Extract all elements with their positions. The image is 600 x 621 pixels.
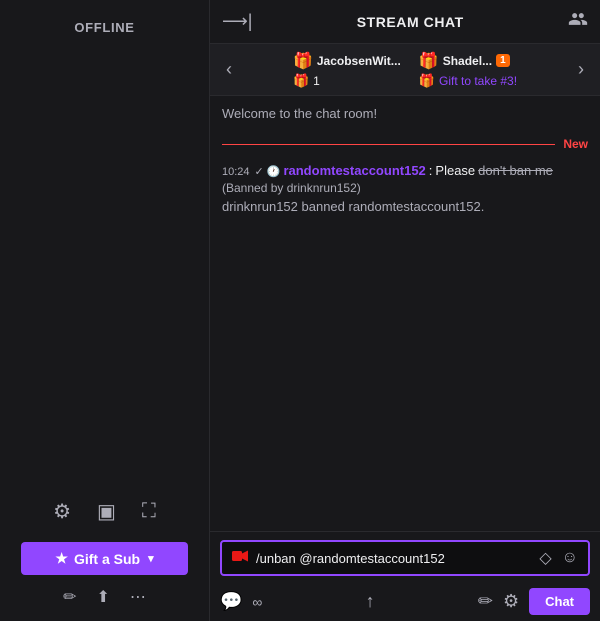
footer-left-icons: 💬 ∞ (220, 591, 262, 612)
gift-a-sub-label: Gift a Sub (74, 551, 140, 567)
chat-mode-icon[interactable]: 💬 (220, 591, 242, 612)
footer-right-icons: ✏ ⚙ Chat (478, 588, 590, 615)
divider-line (222, 144, 555, 145)
input-right-icons: ◇ ☺ (539, 548, 578, 568)
cursor-area: ↑ (262, 591, 477, 612)
gift-entry-1-name: JacobsenWit... (317, 54, 401, 68)
exit-chat-icon: ⟶| (222, 11, 252, 32)
offline-label: OFFLINE (74, 20, 134, 35)
gift-entry-2: 🎁 Shadel... 1 🎁 Gift to take #3! (419, 51, 517, 89)
toolbar-icons: ⚙ ▣ ⛶ (49, 495, 160, 528)
gift-star-icon: ★ (55, 550, 68, 567)
users-icon[interactable] (568, 9, 588, 34)
left-panel: OFFLINE ⚙ ▣ ⛶ ★ Gift a Sub ▾ ✏ ⬆ ⋯ (0, 0, 210, 621)
message-timestamp: 10:24 (222, 166, 250, 178)
check-icon: ✓ (255, 165, 264, 178)
badge-num-2: 1 (496, 54, 510, 67)
bookmark-icon[interactable]: ◇ (539, 548, 551, 568)
chat-input-field[interactable] (256, 551, 531, 566)
gift-banner-next[interactable]: › (572, 55, 590, 84)
chat-header: ⟶| STREAM CHAT (210, 0, 600, 44)
chat-body: Welcome to the chat room! New 10:24 ✓ 🕐 … (210, 96, 600, 531)
emoji-icon[interactable]: ☺ (562, 549, 578, 567)
gift-entry-1: 🎁 JacobsenWit... 🎁 1 (293, 51, 401, 89)
gift-entry-1-count: 1 (313, 74, 320, 88)
fullscreen-icon[interactable]: ⛶ (138, 496, 160, 527)
layout-icon[interactable]: ▣ (93, 495, 120, 528)
gift-entry-2-name: Shadel... (443, 54, 492, 68)
message-username: randomtestaccount152 (283, 163, 425, 178)
gift-a-sub-button[interactable]: ★ Gift a Sub ▾ (21, 542, 188, 575)
upload-icon[interactable]: ⬆ (97, 587, 110, 607)
chat-send-button[interactable]: Chat (529, 588, 590, 615)
more-options-icon[interactable]: ⋯ (130, 587, 146, 607)
camera-icon (232, 549, 248, 567)
message-text-strikethrough: don't ban me (478, 163, 553, 178)
chat-title: STREAM CHAT (357, 14, 464, 30)
gift-banner-content: 🎁 JacobsenWit... 🎁 1 🎁 Shadel... 1 🎁 Gif… (238, 51, 572, 89)
chat-input-box: ◇ ☺ (220, 540, 590, 576)
infinity-icon[interactable]: ∞ (252, 594, 262, 610)
gift-cta-icon: 🎁 (419, 73, 435, 89)
chat-input-wrapper: ◇ ☺ (210, 531, 600, 582)
pencil-edit-icon[interactable]: ✏ (478, 591, 493, 612)
bottom-icon-row: ✏ ⬆ ⋯ (63, 587, 146, 607)
new-label: New (563, 137, 588, 151)
left-bottom-controls: ⚙ ▣ ⛶ ★ Gift a Sub ▾ ✏ ⬆ ⋯ (0, 495, 209, 607)
welcome-message: Welcome to the chat room! (222, 106, 588, 129)
clock-icon: 🕐 (267, 165, 281, 178)
chat-line-text: 10:24 ✓ 🕐 randomtestaccount152 : Please … (222, 163, 588, 195)
gear-settings-icon[interactable]: ⚙ (503, 591, 519, 612)
chevron-down-icon: ▾ (148, 552, 154, 565)
system-message: drinknrun152 banned randomtestaccount152… (222, 199, 588, 214)
gift-cta-text: Gift to take #3! (439, 74, 517, 88)
cursor-indicator: ↑ (366, 591, 375, 612)
gift-icon-1: 🎁 (293, 51, 313, 71)
chat-footer: 💬 ∞ ↑ ✏ ⚙ Chat (210, 582, 600, 621)
gift-icon-1b: 🎁 (293, 73, 309, 89)
banned-note: (Banned by drinknrun152) (222, 181, 361, 195)
chat-panel: ⟶| STREAM CHAT ‹ 🎁 JacobsenWit... 🎁 1 (210, 0, 600, 621)
chat-exit-button[interactable]: ⟶| (222, 11, 252, 32)
gift-icon-2: 🎁 (419, 51, 439, 71)
pencil-icon[interactable]: ✏ (63, 587, 76, 607)
message-text-normal: Please (435, 163, 475, 178)
gift-banner: ‹ 🎁 JacobsenWit... 🎁 1 🎁 Shadel... 1 (210, 44, 600, 96)
gift-banner-prev[interactable]: ‹ (220, 55, 238, 84)
new-messages-divider: New (222, 137, 588, 151)
colon-separator: : (429, 163, 433, 178)
chat-message-item: 10:24 ✓ 🕐 randomtestaccount152 : Please … (222, 163, 588, 214)
settings-icon[interactable]: ⚙ (49, 495, 75, 528)
